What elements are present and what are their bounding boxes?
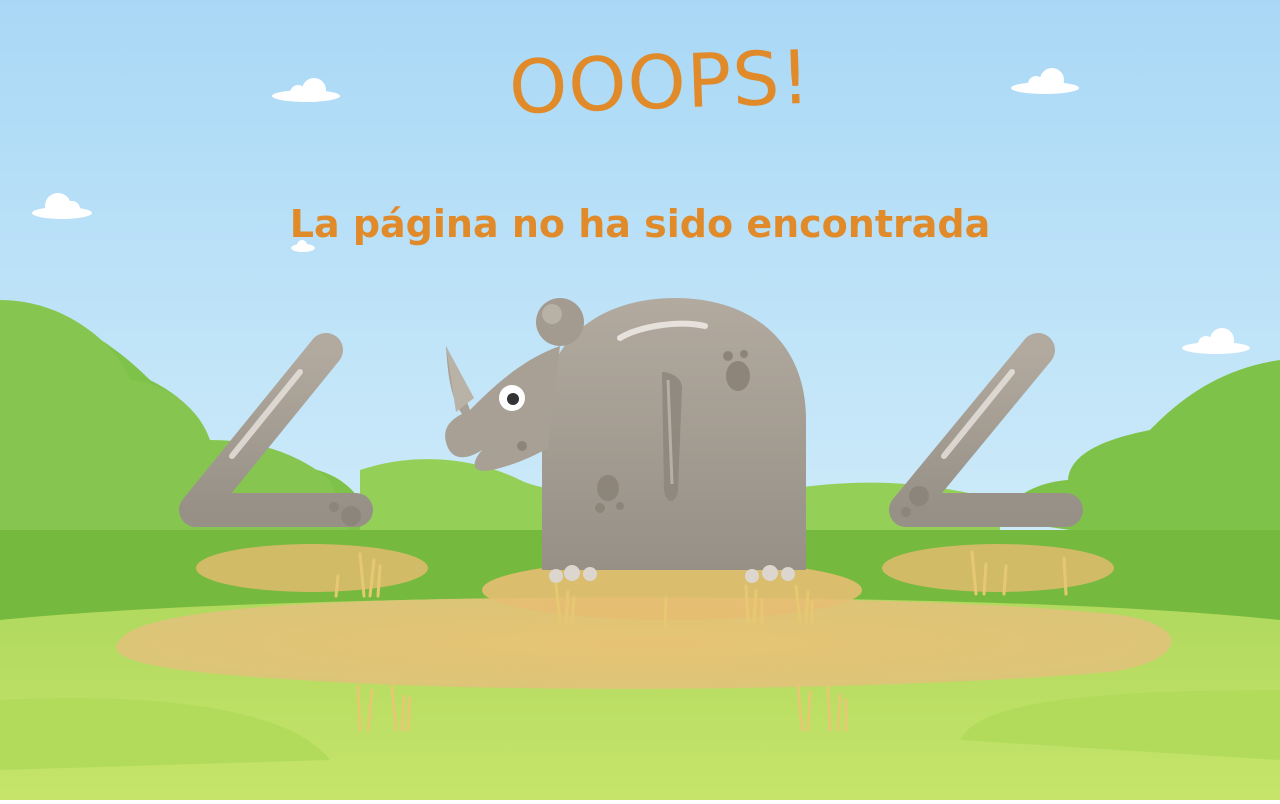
dirt-patch-right: [882, 544, 1114, 592]
grass-tuft-icon: [663, 596, 668, 628]
grass-tuft-icon: [334, 574, 340, 598]
error-message: La página no ha sido encontrada: [289, 202, 991, 246]
error-404-scene: OOOPS! La página no ha sido encontrada: [0, 0, 1280, 800]
